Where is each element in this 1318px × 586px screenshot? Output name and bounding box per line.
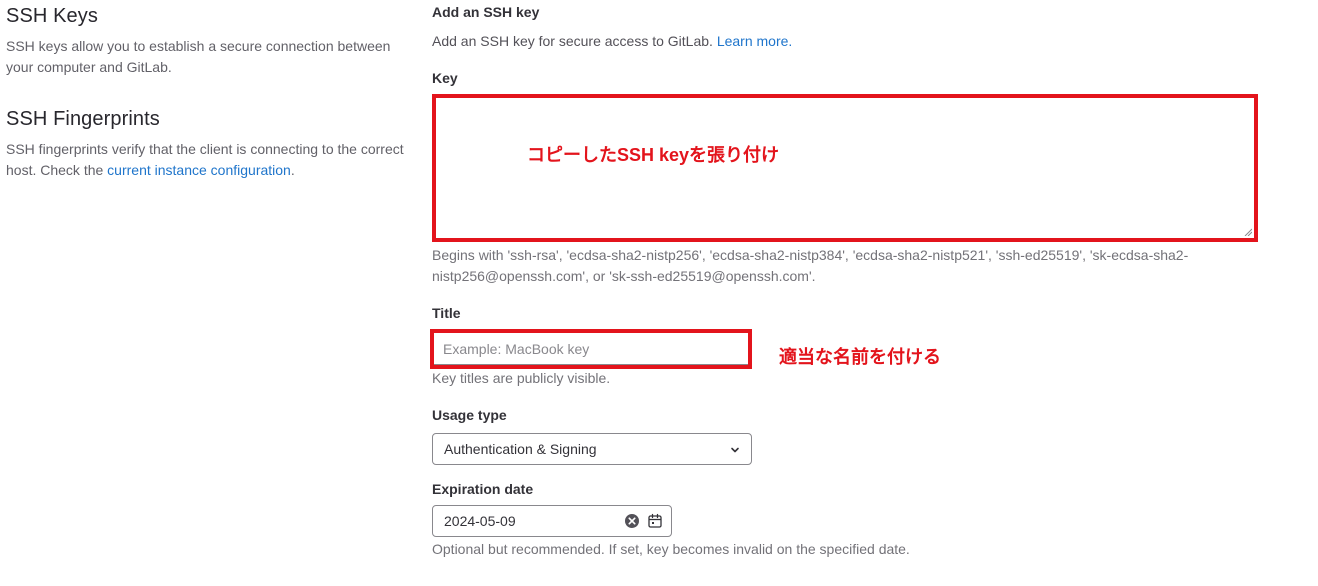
expiration-date-input[interactable]: 2024-05-09 (432, 505, 672, 537)
fingerprints-desc-end: . (290, 162, 295, 178)
usage-type-value: Authentication & Signing (444, 441, 597, 457)
ssh-fingerprints-description: SSH fingerprints verify that the client … (6, 139, 406, 181)
current-instance-configuration-link[interactable]: current instance configuration (107, 162, 291, 178)
calendar-icon[interactable] (647, 513, 663, 529)
expiration-help-text: Optional but recommended. If set, key be… (432, 541, 910, 557)
title-input-highlight (430, 329, 752, 369)
form-description: Add an SSH key for secure access to GitL… (432, 33, 792, 49)
expiration-date-value: 2024-05-09 (444, 513, 516, 529)
learn-more-link[interactable]: Learn more. (717, 33, 792, 49)
ssh-fingerprints-title: SSH Fingerprints (6, 108, 160, 130)
form-description-text: Add an SSH key for secure access to GitL… (432, 33, 713, 49)
expiration-date-label: Expiration date (432, 481, 534, 497)
key-help-text: Begins with 'ssh-rsa', 'ecdsa-sha2-nistp… (432, 247, 1189, 284)
ssh-keys-title: SSH Keys (6, 5, 98, 27)
usage-type-select[interactable]: Authentication & Signing (432, 433, 752, 465)
resize-handle-icon[interactable] (1244, 228, 1252, 236)
clear-icon[interactable] (624, 513, 640, 529)
chevron-down-icon (731, 447, 739, 453)
key-annotation: コピーしたSSH keyを張り付け (527, 145, 780, 165)
title-annotation: 適当な名前を付ける (779, 347, 941, 367)
title-label: Title (432, 305, 461, 321)
key-label: Key (432, 70, 458, 86)
title-help-text: Key titles are publicly visible. (432, 370, 611, 386)
title-input[interactable] (434, 333, 748, 365)
form-heading: Add an SSH key (432, 4, 540, 20)
ssh-keys-description: SSH keys allow you to establish a secure… (6, 38, 391, 75)
key-textarea-highlight (432, 94, 1258, 242)
settings-description-column: SSH Keys SSH keys allow you to establish… (6, 0, 406, 181)
usage-type-label: Usage type (432, 407, 507, 423)
key-textarea[interactable] (436, 98, 1254, 238)
